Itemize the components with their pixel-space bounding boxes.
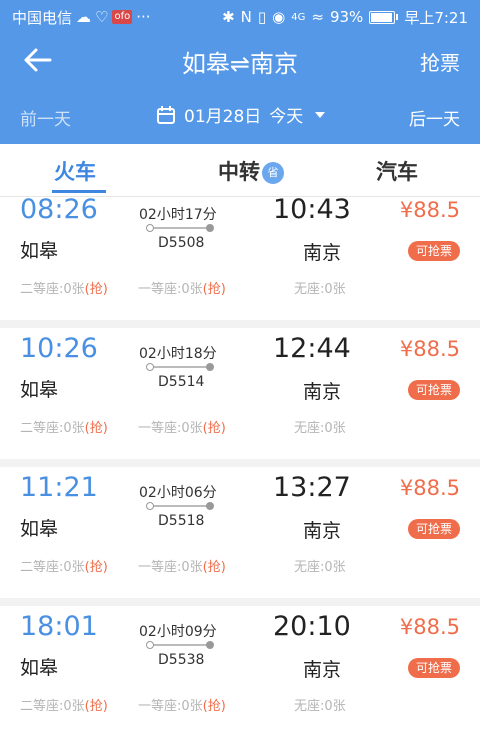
- battery-percent: 93%: [329, 8, 364, 26]
- arrival-station: 南京: [303, 242, 342, 264]
- train-code: D5508: [158, 235, 205, 251]
- departure-time: 10:26: [20, 333, 98, 364]
- header: 中国电信 ☁ ♡ ofo ··· ✱ Ν ▯ ◉ 4G ≈ 93% 早上7:21…: [0, 0, 480, 144]
- second-class-seats: 二等座:0张(抢): [20, 699, 108, 714]
- duration: 02小时18分: [139, 346, 217, 362]
- route-line: [146, 362, 214, 372]
- bluetooth-icon: ✱: [222, 8, 235, 26]
- first-class-seats: 一等座:0张(抢): [138, 699, 226, 714]
- tab-transfer[interactable]: 中转省: [218, 156, 284, 186]
- departure-station: 如皋: [20, 379, 59, 401]
- clock: 早上7:21: [404, 8, 468, 27]
- departure-station: 如皋: [20, 240, 59, 262]
- route-line: [146, 640, 214, 650]
- departure-time: 08:26: [20, 194, 98, 225]
- ticket-price: ¥88.5: [399, 337, 460, 361]
- grab-ticket-badge[interactable]: 可抢票: [407, 658, 460, 678]
- ticket-price: ¥88.5: [399, 476, 460, 500]
- tab-bus[interactable]: 汽车: [376, 156, 418, 186]
- tab-train[interactable]: 火车: [54, 156, 96, 186]
- more-notifications: ···: [136, 8, 151, 26]
- arrival-station: 南京: [303, 659, 342, 681]
- prev-day-button[interactable]: 前一天: [20, 105, 71, 130]
- next-day-button[interactable]: 后一天: [409, 105, 460, 130]
- route-line: [146, 501, 214, 511]
- arrival-time: 20:10: [273, 611, 351, 642]
- duration: 02小时06分: [139, 485, 217, 501]
- status-bar: 中国电信 ☁ ♡ ofo ··· ✱ Ν ▯ ◉ 4G ≈ 93% 早上7:21: [0, 0, 480, 34]
- departure-time: 18:01: [20, 611, 98, 642]
- standing-seats: 无座:0张: [294, 421, 346, 436]
- ticket-price: ¥88.5: [399, 198, 460, 222]
- date-picker[interactable]: 01月28日 今天: [156, 102, 326, 127]
- grab-ticket-button[interactable]: 抢票: [420, 47, 460, 76]
- route-line: [146, 223, 214, 233]
- train-card[interactable]: 08:26 如皋 02小时17分 D5508 10:43 南京 ¥88.5 可抢票二等座:0张…: [0, 194, 480, 328]
- second-class-seats: 二等座:0张(抢): [20, 560, 108, 575]
- carrier-label: 中国电信: [12, 8, 73, 27]
- date-suffix: 今天: [269, 107, 304, 127]
- arrival-time: 10:43: [273, 194, 351, 225]
- active-tab-indicator: [52, 190, 106, 193]
- second-class-seats: 二等座:0张(抢): [20, 421, 108, 436]
- departure-time: 11:21: [20, 472, 98, 503]
- duration: 02小时09分: [139, 624, 217, 640]
- arrival-station: 南京: [303, 520, 342, 542]
- train-code: D5538: [158, 652, 205, 668]
- tab-transfer-label: 中转: [218, 160, 260, 184]
- departure-station: 如皋: [20, 518, 59, 540]
- signal-type: 4G: [291, 11, 306, 23]
- arrival-time: 13:27: [273, 472, 351, 503]
- dropdown-caret-icon: [315, 111, 326, 118]
- transport-tabs: 火车 中转省 汽车: [0, 144, 480, 197]
- standing-seats: 无座:0张: [294, 699, 346, 714]
- calendar-icon: [157, 105, 175, 124]
- train-code: D5518: [158, 513, 205, 529]
- first-class-seats: 一等座:0张(抢): [138, 282, 226, 297]
- nav-bar: 如皋⇌南京 抢票: [0, 34, 480, 86]
- grab-ticket-badge[interactable]: 可抢票: [407, 241, 460, 261]
- train-card[interactable]: 18:01 如皋 02小时09分 D5538 20:10 南京 ¥88.5 可抢票二等座:0张…: [0, 606, 480, 737]
- battery-icon: [369, 10, 399, 24]
- eye-icon: ◉: [272, 8, 286, 26]
- cloud-icon: ☁: [76, 8, 92, 26]
- route-title: 如皋⇌南京: [181, 50, 299, 78]
- first-class-seats: 一等座:0张(抢): [138, 560, 226, 575]
- date-label: 01月28日: [184, 107, 262, 127]
- grab-ticket-badge[interactable]: 可抢票: [407, 519, 460, 539]
- ticket-price: ¥88.5: [399, 615, 460, 639]
- train-card[interactable]: 10:26 如皋 02小时18分 D5514 12:44 南京 ¥88.5 可抢票二等座:0张…: [0, 328, 480, 467]
- save-badge: 省: [262, 162, 284, 184]
- vibrate-icon: ▯: [257, 8, 267, 26]
- date-bar: 前一天 01月28日 今天 后一天: [0, 86, 480, 144]
- train-list: 08:26 如皋 02小时17分 D5508 10:43 南京 ¥88.5 可抢票 二等座:0张…: [0, 194, 480, 737]
- train-code: D5514: [158, 374, 205, 390]
- arrival-time: 12:44: [273, 333, 351, 364]
- shield-icon: ♡: [95, 8, 109, 26]
- standing-seats: 无座:0张: [294, 282, 346, 297]
- arrival-station: 南京: [303, 381, 342, 403]
- wifi-icon: ≈: [311, 8, 324, 26]
- app-badge: ofo: [112, 10, 133, 24]
- standing-seats: 无座:0张: [294, 560, 346, 575]
- first-class-seats: 一等座:0张(抢): [138, 421, 226, 436]
- second-class-seats: 二等座:0张(抢): [20, 282, 108, 297]
- nfc-icon: Ν: [240, 8, 252, 26]
- grab-ticket-badge[interactable]: 可抢票: [407, 380, 460, 400]
- train-card[interactable]: 11:21 如皋 02小时06分 D5518 13:27 南京 ¥88.5 可抢票二等座:0张…: [0, 467, 480, 606]
- duration: 02小时17分: [139, 207, 217, 223]
- departure-station: 如皋: [20, 657, 59, 679]
